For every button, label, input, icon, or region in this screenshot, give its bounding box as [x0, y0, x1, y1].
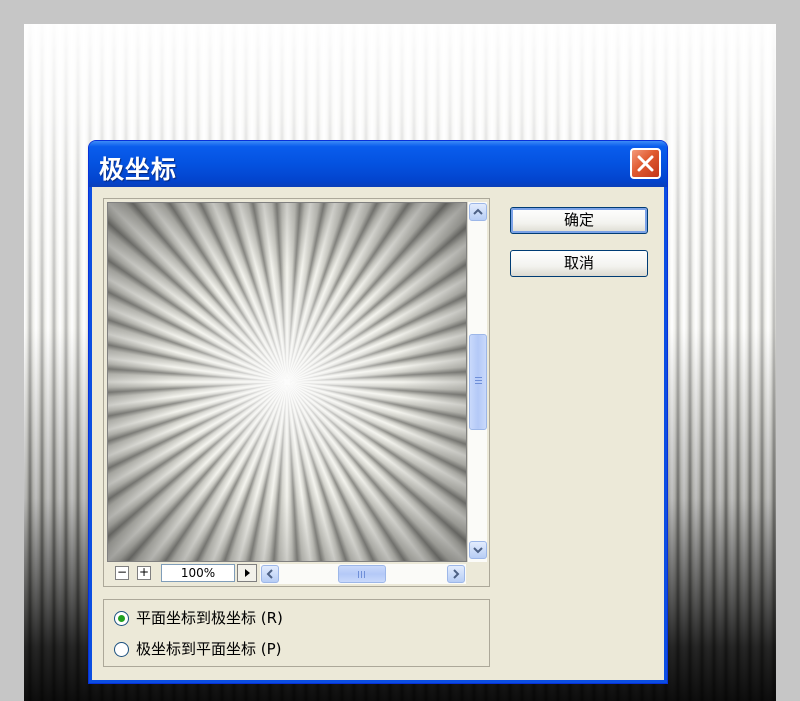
dialog-titlebar[interactable]: 极坐标 — [89, 141, 667, 187]
radio-rect-to-polar[interactable] — [114, 611, 129, 626]
zoom-menu-button[interactable] — [237, 564, 257, 582]
zoom-level-field[interactable]: 100% — [161, 564, 235, 582]
preview-horizontal-scrollbar[interactable] — [260, 564, 466, 584]
radio-polar-to-rect[interactable] — [114, 642, 129, 657]
option-rect-to-polar-label: 平面坐标到极坐标 (R) — [136, 609, 283, 627]
preview-panel: − + 100% — [103, 198, 490, 587]
scroll-up-button[interactable] — [469, 203, 487, 221]
scroll-down-button[interactable] — [469, 541, 487, 559]
cancel-button[interactable]: 取消 — [510, 250, 648, 277]
chevron-left-icon — [266, 569, 273, 579]
scroll-right-button[interactable] — [447, 565, 465, 583]
zoom-in-button[interactable]: + — [137, 566, 151, 580]
dialog-title: 极坐标 — [99, 155, 178, 184]
conversion-options: 平面坐标到极坐标 (R) 极坐标到平面坐标 (P) — [103, 599, 490, 667]
chevron-right-icon — [453, 569, 460, 579]
radio-selected-dot — [118, 615, 125, 622]
option-polar-to-rect-label: 极坐标到平面坐标 (P) — [136, 640, 282, 658]
vertical-scroll-thumb[interactable] — [469, 334, 487, 430]
zoom-out-button[interactable]: − — [115, 566, 129, 580]
dialog-body: − + 100% 确定 取消 平面坐标到极坐标 (R) 极坐标到平面坐标 (P) — [92, 187, 664, 680]
chevron-up-icon — [473, 208, 483, 215]
preview-toolbar: − + 100% — [107, 562, 487, 584]
scroll-left-button[interactable] — [261, 565, 279, 583]
preview-image[interactable] — [107, 202, 467, 562]
preview-vertical-scrollbar[interactable] — [467, 202, 487, 562]
horizontal-scroll-thumb[interactable] — [338, 565, 386, 583]
chevron-down-icon — [473, 547, 483, 554]
close-button[interactable] — [630, 148, 661, 179]
triangle-right-icon — [245, 569, 250, 577]
ok-button[interactable]: 确定 — [510, 207, 648, 234]
close-icon — [637, 155, 654, 172]
polar-coordinates-dialog: 极坐标 − + 100% 确定 取消 平面坐标到极坐标 (R) 极坐标到平面坐标… — [88, 140, 668, 684]
